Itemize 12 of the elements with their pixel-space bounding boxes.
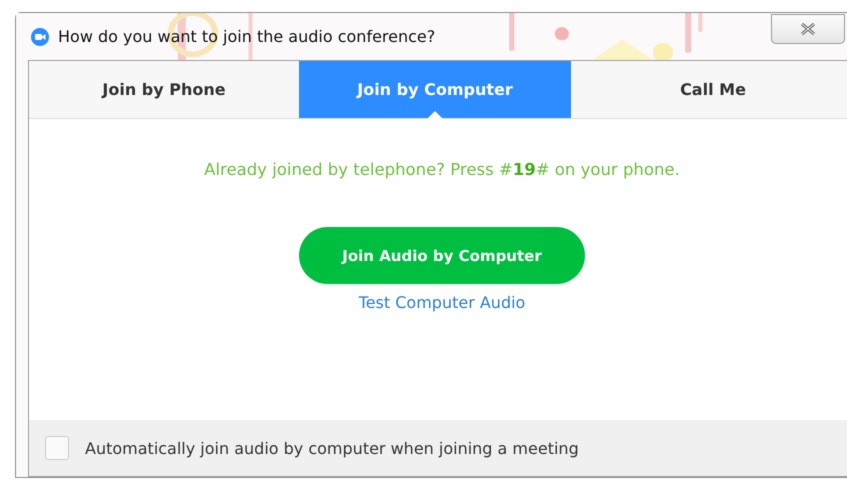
- video-camera-icon: [30, 26, 50, 46]
- checkbox-label: Automatically join audio by computer when joining a meeting: [85, 438, 579, 458]
- tab[interactable]: Call Me: [571, 61, 847, 118]
- phone-join-message: Already joined by telephone? Press #19# on your phone.: [204, 160, 680, 179]
- close-icon: [799, 22, 817, 36]
- window-title: How do you want to join the audio conference?: [58, 27, 436, 46]
- tab[interactable]: Join by Computer: [299, 61, 571, 118]
- tab[interactable]: Join by Phone: [29, 61, 299, 118]
- test-audio-link[interactable]: Test Computer Audio: [358, 293, 526, 312]
- close-button[interactable]: [771, 14, 845, 44]
- join-audio-button[interactable]: Join Audio by Computer: [299, 227, 585, 284]
- checkbox[interactable]: [45, 436, 69, 460]
